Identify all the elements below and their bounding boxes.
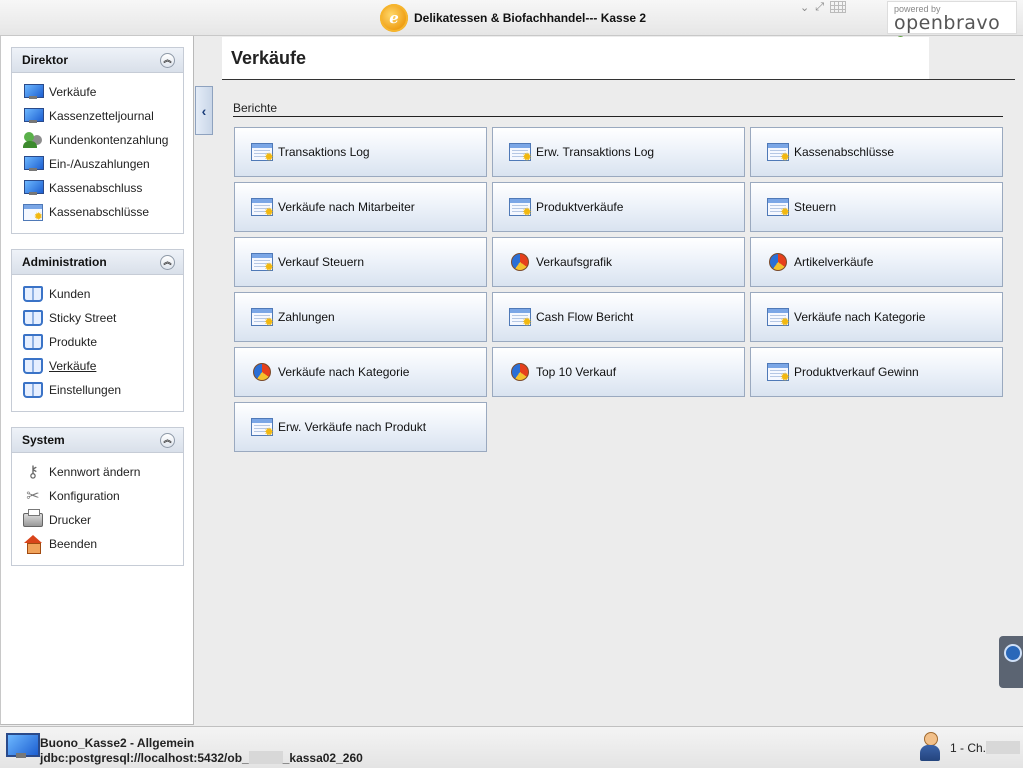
sidebar-item-kundenkontenzahlung[interactable]: Kundenkontenzahlung <box>22 128 183 152</box>
status-database-url: jdbc:postgresql://localhost:5432/ob_ _kas… <box>40 751 363 765</box>
status-user: 1 - Ch. <box>950 741 1021 755</box>
status-host: Buono_Kasse2 - Allgemein <box>40 736 195 750</box>
user-icon <box>918 732 942 762</box>
sidebar-item-ein-auszahlungen[interactable]: Ein-/Auszahlungen <box>22 152 183 176</box>
sidebar-item-konfiguration[interactable]: ✂ Konfiguration <box>22 484 183 508</box>
redacted-text <box>986 741 1021 754</box>
report-button-produktverkauf-gewinn[interactable]: Produktverkauf Gewinn <box>750 347 1003 397</box>
chevron-left-icon: ‹ <box>201 102 207 119</box>
panel-system: System ︽ ⚷ Kennwort ändern ✂ Konfiguration… <box>11 427 184 566</box>
sidebar-item-verkaeufe[interactable]: Verkäufe <box>22 80 183 104</box>
report-button-verkaeufe-nach-kategorie-chart[interactable]: Verkäufe nach Kategorie <box>234 347 487 397</box>
app-title: Delikatessen & Biofachhandel--- Kasse 2 <box>414 11 647 25</box>
monitor-icon <box>23 180 44 196</box>
panel-direktor: Direktor ︽ Verkäufe Kassenzetteljournal … <box>11 47 184 234</box>
report-button-verkaeufe-nach-mitarbeiter[interactable]: Verkäufe nach Mitarbeiter <box>234 182 487 232</box>
minimize-icon[interactable]: ⌄ <box>800 1 809 14</box>
report-icon <box>251 198 274 219</box>
book-icon <box>23 382 43 398</box>
app-title-group: ℯ Delikatessen & Biofachhandel--- Kasse … <box>380 2 646 34</box>
report-button-top-10-verkauf[interactable]: Top 10 Verkauf <box>492 347 745 397</box>
sidebar-item-drucker[interactable]: Drucker <box>22 508 183 532</box>
section-label: Berichte <box>233 101 278 115</box>
sidebar-toggle-button[interactable]: ‹ <box>195 86 213 135</box>
status-bar: Buono_Kasse2 - Allgemein jdbc:postgresql… <box>0 726 1023 768</box>
sidebar-item-produkte[interactable]: Produkte <box>22 330 183 354</box>
panel-title: Direktor <box>22 53 69 67</box>
report-button-verkaeufe-nach-kategorie[interactable]: Verkäufe nach Kategorie <box>750 292 1003 342</box>
pie-chart-icon <box>253 363 271 381</box>
report-icon <box>251 418 274 439</box>
title-bar: ℯ Delikatessen & Biofachhandel--- Kasse … <box>0 0 1023 45</box>
remote-support-icon[interactable] <box>999 636 1023 688</box>
monitor-icon <box>23 84 44 100</box>
people-icon <box>23 131 43 149</box>
collapse-icon[interactable]: ︽ <box>160 432 175 448</box>
report-button-produktverkaeufe[interactable]: Produktverkäufe <box>492 182 745 232</box>
openbravo-logo: powered by openbravo <box>887 1 1017 45</box>
redacted-text <box>248 751 283 764</box>
app-logo-icon: ℯ <box>380 4 408 32</box>
report-button-steuern[interactable]: Steuern <box>750 182 1003 232</box>
printer-icon <box>23 509 43 527</box>
book-icon <box>23 334 43 350</box>
sidebar-item-kassenabschluss[interactable]: Kassenabschluss <box>22 176 183 200</box>
report-button-kassenabschluesse[interactable]: Kassenabschlüsse <box>750 127 1003 177</box>
report-icon <box>251 253 274 274</box>
home-icon <box>24 535 42 554</box>
section-divider <box>233 116 1003 117</box>
sidebar-item-verkaeufe-admin[interactable]: Verkäufe <box>22 354 183 378</box>
panel-title: Administration <box>22 255 107 269</box>
report-button-verkaufsgrafik[interactable]: Verkaufsgrafik <box>492 237 745 287</box>
report-button-transaktions-log[interactable]: Transaktions Log <box>234 127 487 177</box>
sidebar-item-beenden[interactable]: Beenden <box>22 532 183 556</box>
key-icon: ⚷ <box>27 464 39 481</box>
fullscreen-icon[interactable]: ⤢ <box>815 1 824 14</box>
book-icon <box>23 310 43 326</box>
report-button-artikelverkaeufe[interactable]: Artikelverkäufe <box>750 237 1003 287</box>
pie-chart-icon <box>511 363 529 381</box>
collapse-icon[interactable]: ︽ <box>160 52 175 68</box>
report-button-erw-verkaeufe-nach-produkt[interactable]: Erw. Verkäufe nach Produkt <box>234 402 487 452</box>
report-icon <box>509 308 532 329</box>
report-icon <box>509 198 532 219</box>
book-icon <box>23 358 43 374</box>
page-title: Verkäufe <box>222 37 929 79</box>
monitor-icon <box>23 156 44 172</box>
panel-title: System <box>22 433 65 447</box>
sidebar-item-kennwort-aendern[interactable]: ⚷ Kennwort ändern <box>22 460 183 484</box>
sidebar-item-sticky-street[interactable]: Sticky Street <box>22 306 183 330</box>
report-button-zahlungen[interactable]: Zahlungen <box>234 292 487 342</box>
book-icon <box>23 286 43 302</box>
monitor-icon <box>23 108 44 124</box>
sidebar-item-kassenzetteljournal[interactable]: Kassenzetteljournal <box>22 104 183 128</box>
report-icon <box>251 143 274 164</box>
report-icon <box>251 308 274 329</box>
sidebar-item-kassenabschluesse[interactable]: Kassenabschlüsse <box>22 200 183 224</box>
report-icon <box>23 203 43 223</box>
panel-administration: Administration ︽ Kunden Sticky Street Pr… <box>11 249 184 412</box>
tools-icon: ✂ <box>26 488 40 505</box>
pie-chart-icon <box>511 253 529 271</box>
report-icon <box>767 143 790 164</box>
report-button-cash-flow-bericht[interactable]: Cash Flow Bericht <box>492 292 745 342</box>
report-button-verkauf-steuern[interactable]: Verkauf Steuern <box>234 237 487 287</box>
keyboard-icon[interactable] <box>830 1 847 13</box>
panel-header: Direktor ︽ <box>12 48 183 73</box>
sidebar-item-kunden[interactable]: Kunden <box>22 282 183 306</box>
terminal-monitor-icon <box>6 733 40 759</box>
panel-header: System ︽ <box>12 428 183 453</box>
collapse-icon[interactable]: ︽ <box>160 254 175 270</box>
window-controls: ⌄ ⤢ <box>800 0 884 14</box>
report-icon <box>509 143 532 164</box>
sidebar: Direktor ︽ Verkäufe Kassenzetteljournal … <box>0 36 194 725</box>
report-icon <box>767 308 790 329</box>
panel-header: Administration ︽ <box>12 250 183 275</box>
sidebar-item-einstellungen[interactable]: Einstellungen <box>22 378 183 402</box>
title-divider <box>222 79 1015 80</box>
report-icon <box>767 363 790 384</box>
report-button-erw-transaktions-log[interactable]: Erw. Transaktions Log <box>492 127 745 177</box>
pie-chart-icon <box>769 253 787 271</box>
report-icon <box>767 198 790 219</box>
